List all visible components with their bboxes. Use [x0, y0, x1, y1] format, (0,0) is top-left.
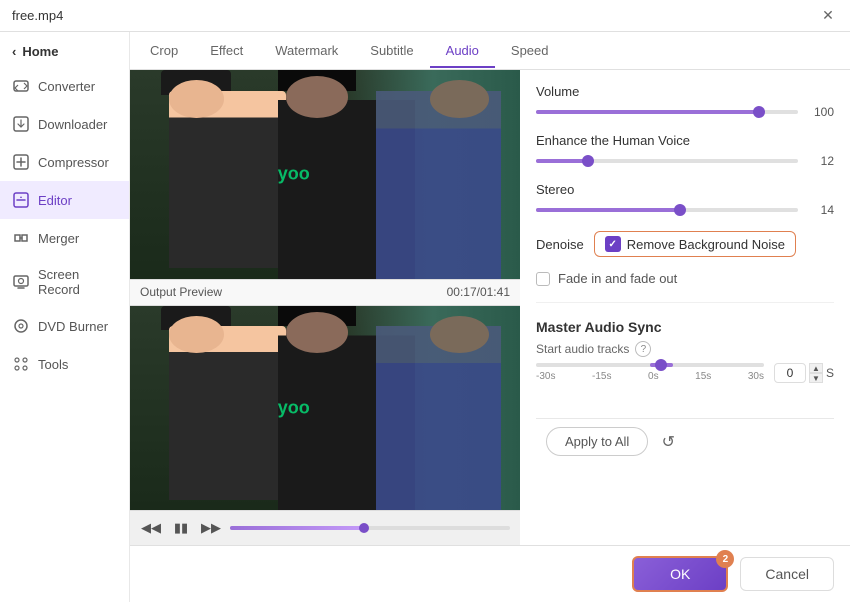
sidebar-item-dvd-burner[interactable]: DVD Burner — [0, 307, 129, 345]
sidebar-label-downloader: Downloader — [38, 117, 107, 132]
volume-section: Volume 100 — [536, 84, 834, 119]
sidebar-item-editor[interactable]: Editor — [0, 181, 129, 219]
stereo-slider[interactable] — [536, 208, 798, 212]
volume-slider[interactable] — [536, 110, 798, 114]
tab-watermark[interactable]: Watermark — [259, 35, 354, 68]
checkmark-icon: ✓ — [609, 239, 617, 250]
sidebar-item-compressor[interactable]: Compressor — [0, 143, 129, 181]
sidebar-item-converter[interactable]: Converter — [0, 67, 129, 105]
sidebar-label-tools: Tools — [38, 357, 68, 372]
fade-row: Fade in and fade out — [536, 271, 834, 286]
sync-stepper: ▲ ▼ — [809, 363, 823, 383]
refresh-button[interactable]: ↺ — [656, 430, 680, 454]
output-preview-label: Output Preview — [140, 285, 222, 299]
sync-down-button[interactable]: ▼ — [809, 373, 823, 383]
yoo-text: yoo — [278, 164, 310, 185]
remove-bg-noise-wrapper[interactable]: ✓ Remove Background Noise — [594, 231, 796, 257]
denoise-label: Denoise — [536, 237, 584, 252]
stereo-section: Stereo 14 — [536, 182, 834, 217]
skip-forward-button[interactable]: ▶▶ — [200, 517, 222, 539]
bottom-bar: Apply to All ↺ — [536, 418, 834, 464]
sync-labels: -30s -15s 0s 15s 30s — [536, 371, 764, 382]
sidebar: ‹ Home Converter Downloader Compressor — [0, 32, 130, 602]
sidebar-label-screen-record: Screen Record — [38, 267, 117, 297]
tools-icon — [12, 355, 30, 373]
tab-speed[interactable]: Speed — [495, 35, 565, 68]
sidebar-item-tools[interactable]: Tools — [0, 345, 129, 383]
title-filename: free.mp4 — [12, 8, 63, 23]
video-panel: yoo Output Preview 00:17/01:41 — [130, 70, 520, 545]
master-audio-title: Master Audio Sync — [536, 319, 834, 335]
cancel-button[interactable]: Cancel — [740, 557, 834, 591]
sidebar-label-dvd-burner: DVD Burner — [38, 319, 108, 334]
sidebar-item-downloader[interactable]: Downloader — [0, 105, 129, 143]
playback-bar: ◀◀ ▮▮ ▶▶ — [130, 510, 520, 545]
tab-effect[interactable]: Effect — [194, 35, 259, 68]
sidebar-label-merger: Merger — [38, 231, 79, 246]
sidebar-item-merger[interactable]: Merger — [0, 219, 129, 257]
enhance-label: Enhance the Human Voice — [536, 133, 834, 148]
stereo-value: 14 — [806, 203, 834, 217]
video-timestamp: 00:17/01:41 — [447, 285, 510, 299]
master-audio-section: Master Audio Sync Start audio tracks ? -… — [536, 319, 834, 404]
sync-slider[interactable] — [536, 363, 764, 367]
dvd-burner-icon — [12, 317, 30, 335]
ok-button[interactable]: OK 2 — [632, 556, 728, 592]
screen-record-icon — [12, 273, 30, 291]
tab-subtitle[interactable]: Subtitle — [354, 35, 429, 68]
sidebar-item-screen-record[interactable]: Screen Record — [0, 257, 129, 307]
sync-value-box[interactable]: 0 — [774, 363, 806, 383]
footer-bar: OK 2 Cancel — [130, 545, 850, 602]
controls-panel: Volume 100 Enhance the Human Voice — [520, 70, 850, 545]
title-bar: free.mp4 ✕ — [0, 0, 850, 32]
help-icon[interactable]: ? — [635, 341, 651, 357]
video-bottom-frame: yoo — [130, 306, 520, 510]
sidebar-label-converter: Converter — [38, 79, 95, 94]
sync-up-button[interactable]: ▲ — [809, 363, 823, 373]
enhance-slider[interactable] — [536, 159, 798, 163]
fade-label: Fade in and fade out — [558, 271, 677, 286]
converter-icon — [12, 77, 30, 95]
remove-bg-noise-checkbox[interactable]: ✓ — [605, 236, 621, 252]
tab-audio[interactable]: Audio — [430, 35, 495, 68]
tab-bar: Crop Effect Watermark Subtitle Audio Spe… — [130, 32, 850, 70]
remove-bg-noise-label: Remove Background Noise — [627, 237, 785, 252]
volume-value: 100 — [806, 105, 834, 119]
playback-progress[interactable] — [230, 526, 510, 530]
back-icon: ‹ — [12, 44, 16, 59]
sidebar-back-label: Home — [22, 44, 58, 59]
denoise-row: Denoise ✓ Remove Background Noise — [536, 231, 834, 257]
enhance-section: Enhance the Human Voice 12 — [536, 133, 834, 168]
skip-back-button[interactable]: ◀◀ — [140, 517, 162, 539]
video-top-frame: yoo — [130, 70, 520, 279]
sidebar-back-button[interactable]: ‹ Home — [0, 36, 129, 67]
sidebar-label-compressor: Compressor — [38, 155, 109, 170]
sidebar-label-editor: Editor — [38, 193, 72, 208]
output-preview-bar: Output Preview 00:17/01:41 — [130, 279, 520, 306]
compressor-icon — [12, 153, 30, 171]
play-pause-button[interactable]: ▮▮ — [170, 517, 192, 539]
ok-badge: 2 — [716, 550, 734, 568]
master-audio-subtitle: Start audio tracks — [536, 342, 629, 356]
sync-unit: S — [826, 366, 834, 380]
editor-icon — [12, 191, 30, 209]
close-button[interactable]: ✕ — [818, 6, 838, 26]
merger-icon — [12, 229, 30, 247]
stereo-label: Stereo — [536, 182, 834, 197]
tab-crop[interactable]: Crop — [134, 35, 194, 68]
fade-checkbox[interactable] — [536, 272, 550, 286]
volume-label: Volume — [536, 84, 834, 99]
apply-to-all-button[interactable]: Apply to All — [546, 427, 648, 456]
downloader-icon — [12, 115, 30, 133]
enhance-value: 12 — [806, 154, 834, 168]
